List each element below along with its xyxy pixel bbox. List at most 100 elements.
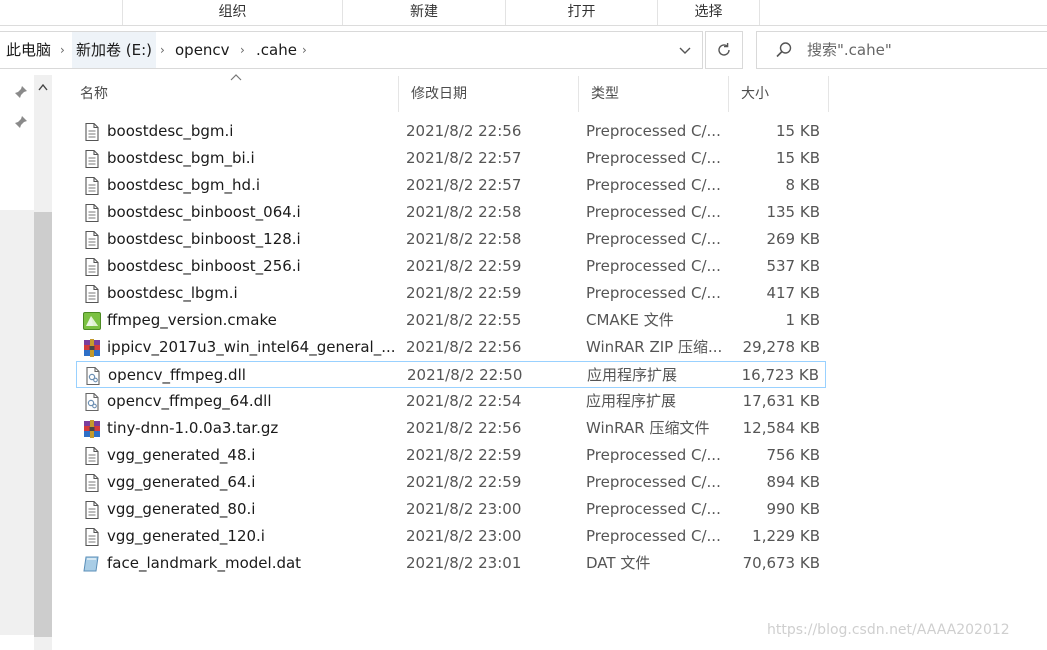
file-row[interactable]: opencv_ffmpeg.dll 2021/8/2 22:50 应用程序扩展 16,… [76,361,826,388]
breadcrumb-separator-icon[interactable]: › [160,32,165,68]
breadcrumb-cahe[interactable]: .cahe [256,32,297,68]
dll-icon [82,392,102,412]
file-date: 2021/8/2 22:54 [406,392,522,410]
file-size: 990 KB [766,500,820,518]
file-name: boostdesc_binboost_064.i [107,203,301,221]
file-row[interactable]: ippicv_2017u3_win_intel64_general_... 202… [76,334,826,361]
file-name: boostdesc_bgm_bi.i [107,149,255,167]
file-type: 应用程序扩展 [587,366,678,384]
file-size: 17,631 KB [742,392,820,410]
document-icon [82,257,102,277]
file-type: Preprocessed C/... [586,473,721,491]
ribbon-group-labels: 组织 新建 打开 选择 [0,0,1047,25]
file-type: Preprocessed C/... [586,257,721,275]
dll-icon [83,366,103,386]
file-size: 269 KB [766,230,820,248]
file-type: WinRAR 压缩文件 [586,419,710,437]
document-icon [82,176,102,196]
file-type: 应用程序扩展 [586,392,677,410]
dat-icon [82,554,102,574]
file-date: 2021/8/2 22:57 [406,149,522,167]
file-row[interactable]: ffmpeg_version.cmake 2021/8/2 22:55 CMAKE … [76,307,826,334]
file-name: boostdesc_bgm_hd.i [107,176,261,194]
file-name: ippicv_2017u3_win_intel64_general_... [107,338,396,356]
file-size: 16,723 KB [741,366,819,384]
breadcrumb-separator-icon[interactable]: › [240,32,245,68]
breadcrumb-separator-icon[interactable]: › [60,32,65,68]
pin-icon[interactable] [14,85,28,99]
file-row[interactable]: boostdesc_binboost_064.i 2021/8/2 22:58 Pr… [76,199,826,226]
file-row[interactable]: opencv_ffmpeg_64.dll 2021/8/2 22:54 应用程序扩展… [76,388,826,415]
file-size: 537 KB [766,257,820,275]
file-name: vgg_generated_120.i [107,527,265,545]
pin-icon[interactable] [14,115,28,129]
file-row[interactable]: boostdesc_lbgm.i 2021/8/2 22:59 Preprocess… [76,280,826,307]
column-header-type[interactable]: 类型 [579,76,729,112]
column-header-date[interactable]: 修改日期 [399,76,579,112]
file-row[interactable]: boostdesc_binboost_256.i 2021/8/2 22:59 Pr… [76,253,826,280]
document-icon [82,473,102,493]
file-row[interactable]: face_landmark_model.dat 2021/8/2 23:01 DAT… [76,550,826,577]
chevron-up-icon[interactable] [34,78,52,98]
watermark: https://blog.csdn.net/AAAA202012 [767,622,1010,638]
file-name: boostdesc_bgm.i [107,122,234,140]
search-input[interactable]: 搜索".cahe" [756,31,1047,69]
ribbon-group-open[interactable]: 打开 [505,0,657,25]
file-size: 417 KB [766,284,820,302]
file-type: DAT 文件 [586,554,651,572]
document-icon [82,527,102,547]
file-size: 1 KB [785,311,820,329]
navigation-pane-background [0,210,34,635]
column-header-name[interactable]: 名称 [68,76,399,112]
document-icon [82,149,102,169]
file-name: boostdesc_lbgm.i [107,284,238,302]
file-date: 2021/8/2 22:50 [407,366,523,384]
file-date: 2021/8/2 23:01 [406,554,522,572]
breadcrumb-drive[interactable]: 新加卷 (E:) [72,32,157,68]
address-bar[interactable]: 此电脑 › 新加卷 (E:) › opencv › .cahe › [0,31,703,69]
file-row[interactable]: boostdesc_bgm.i 2021/8/2 22:56 Preprocesse… [76,118,826,145]
file-type: CMAKE 文件 [586,311,674,329]
file-size: 70,673 KB [742,554,820,572]
file-date: 2021/8/2 22:55 [406,311,522,329]
file-date: 2021/8/2 22:58 [406,230,522,248]
file-name: opencv_ffmpeg.dll [108,366,246,384]
file-row[interactable]: boostdesc_bgm_bi.i 2021/8/2 22:57 Preproce… [76,145,826,172]
chevron-down-icon[interactable] [670,32,700,68]
file-date: 2021/8/2 22:58 [406,203,522,221]
file-name: face_landmark_model.dat [107,554,302,572]
file-row[interactable]: boostdesc_binboost_128.i 2021/8/2 22:58 Pr… [76,226,826,253]
document-icon [82,230,102,250]
document-icon [82,122,102,142]
search-icon [776,42,792,58]
file-row[interactable]: tiny-dnn-1.0.0a3.tar.gz 2021/8/2 22:56 Win… [76,415,826,442]
file-row[interactable]: vgg_generated_80.i 2021/8/2 23:00 Preproce… [76,496,826,523]
ribbon-group-organize[interactable]: 组织 [122,0,342,25]
file-date: 2021/8/2 22:56 [406,338,522,356]
document-icon [82,203,102,223]
file-date: 2021/8/2 23:00 [406,500,522,518]
winrar-icon [82,338,102,358]
file-row[interactable]: boostdesc_bgm_hd.i 2021/8/2 22:57 Preproce… [76,172,826,199]
column-header-size[interactable]: 大小 [729,76,829,112]
breadcrumb-separator-icon[interactable]: › [302,32,307,68]
file-row[interactable]: vgg_generated_48.i 2021/8/2 22:59 Preproce… [76,442,826,469]
nav-scroll-thumb[interactable] [34,212,52,637]
file-row[interactable]: vgg_generated_64.i 2021/8/2 22:59 Preproce… [76,469,826,496]
file-name: tiny-dnn-1.0.0a3.tar.gz [107,419,279,437]
breadcrumb-this-pc[interactable]: 此电脑 [6,32,51,68]
ribbon-group-new[interactable]: 新建 [342,0,505,25]
file-row[interactable]: vgg_generated_120.i 2021/8/2 23:00 Preproc… [76,523,826,550]
file-name: boostdesc_binboost_128.i [107,230,301,248]
file-size: 15 KB [776,149,820,167]
file-type: Preprocessed C/... [586,230,721,248]
file-size: 12,584 KB [742,419,820,437]
winrar-icon [82,419,102,439]
file-size: 135 KB [766,203,820,221]
file-name: ffmpeg_version.cmake [107,311,277,329]
file-date: 2021/8/2 22:59 [406,257,522,275]
file-type: Preprocessed C/... [586,284,721,302]
breadcrumb-opencv[interactable]: opencv [175,32,230,68]
refresh-button[interactable] [705,31,743,69]
ribbon-group-select[interactable]: 选择 [657,0,760,25]
